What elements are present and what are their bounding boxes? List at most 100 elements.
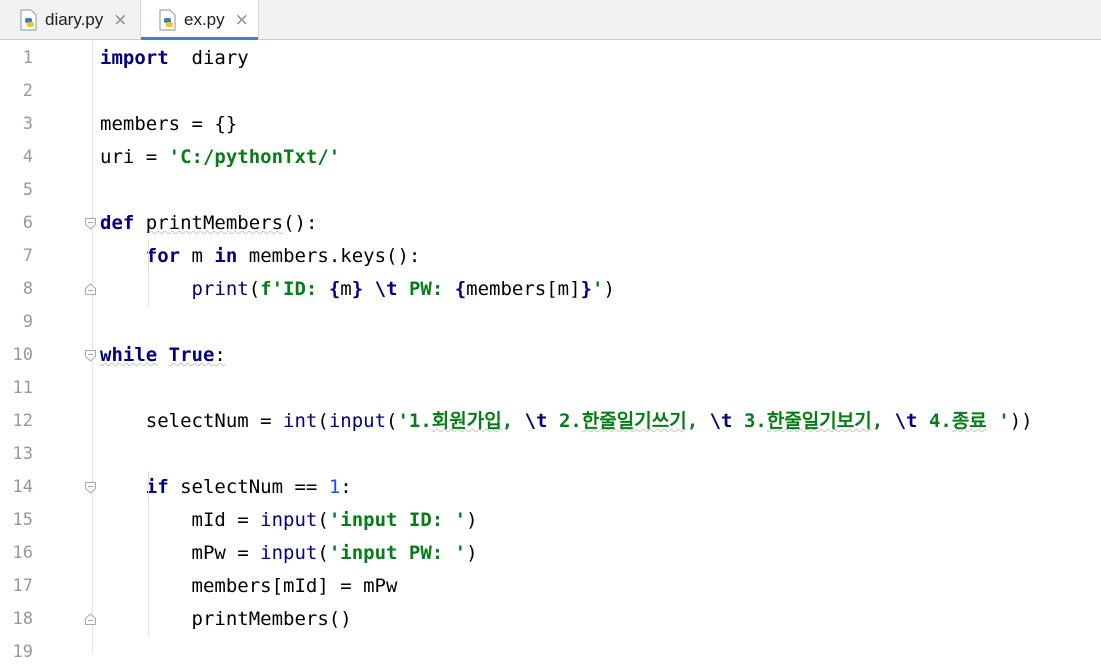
code-token: \t: [374, 278, 398, 300]
code-token: 3.: [732, 410, 767, 432]
code-text[interactable]: members = {}: [100, 108, 237, 141]
code-text[interactable]: print(f'ID: {m} \t PW: {members[m]}'): [100, 273, 615, 306]
code-line[interactable]: 6 def printMembers():: [0, 207, 1101, 240]
code-token: :: [214, 344, 226, 366]
code-line[interactable]: 14 if selectNum == 1:: [0, 471, 1101, 504]
line-number: 17: [12, 576, 33, 596]
code-text[interactable]: uri = 'C:/pythonTxt/': [100, 141, 340, 174]
code-token: m: [340, 278, 352, 300]
code-line[interactable]: 9: [0, 306, 1101, 339]
code-token: :: [340, 476, 352, 498]
code-token: def: [100, 212, 135, 234]
code-line[interactable]: 4 uri = 'C:/pythonTxt/': [0, 141, 1101, 174]
fold-collapse-icon[interactable]: [84, 481, 97, 494]
code-text[interactable]: mId = input('input ID: '): [100, 504, 478, 537]
fold-end-icon[interactable]: [84, 283, 97, 296]
tab-diary-py[interactable]: diary.py ×: [0, 0, 140, 39]
code-token: for: [145, 245, 181, 267]
code-token: ,: [686, 410, 710, 432]
code-line[interactable]: 5: [0, 174, 1101, 207]
fold-collapse-icon[interactable]: [84, 217, 97, 230]
code-token: {: [328, 278, 341, 300]
code-text[interactable]: import diary: [100, 42, 249, 75]
code-token: uri =: [100, 146, 169, 168]
code-line[interactable]: 11: [0, 372, 1101, 405]
code-token: selectNum ==: [168, 476, 329, 498]
code-line[interactable]: 13: [0, 438, 1101, 471]
line-number: 7: [22, 246, 33, 266]
code-text[interactable]: mPw = input('input PW: '): [100, 537, 478, 570]
code-text[interactable]: members[mId] = mPw: [100, 570, 398, 603]
line-number: 5: [22, 180, 33, 200]
code-line[interactable]: 15 mId = input('input ID: '): [0, 504, 1101, 537]
code-line[interactable]: 19: [0, 636, 1101, 669]
code-text[interactable]: selectNum = int(input('1.회원가입, \t 2.한줄일기…: [100, 405, 1033, 438]
line-number: 1: [22, 48, 33, 68]
code-text[interactable]: while True:: [100, 339, 226, 372]
code-token: 1: [328, 476, 341, 498]
code-editor[interactable]: 1 import diary 2 3 members = {} 4 uri = 'C:/py…: [0, 40, 1101, 662]
fold-collapse-icon[interactable]: [84, 349, 97, 362]
code-line[interactable]: 2: [0, 75, 1101, 108]
code-token: )): [1009, 410, 1033, 432]
line-number: 15: [12, 510, 33, 530]
line-number: 13: [12, 444, 33, 464]
close-icon[interactable]: ×: [235, 10, 249, 30]
code-text[interactable]: if selectNum == 1:: [100, 471, 352, 504]
code-token: 'input PW: ': [328, 542, 467, 564]
code-token: ): [466, 509, 478, 531]
code-token: {: [454, 278, 467, 300]
code-line[interactable]: 3 members = {}: [0, 108, 1101, 141]
python-file-icon: [158, 9, 178, 31]
code-token: mId =: [100, 509, 261, 531]
line-number: 14: [12, 477, 33, 497]
code-line[interactable]: 7 for m in members.keys():: [0, 240, 1101, 273]
tab-ex-py[interactable]: ex.py ×: [140, 0, 259, 40]
code-token: (: [248, 278, 261, 300]
code-line[interactable]: 10 while True:: [0, 339, 1101, 372]
line-number: 16: [12, 543, 33, 563]
code-token: 한줄일기보기: [766, 410, 872, 432]
code-token: mPw =: [100, 542, 261, 564]
editor-tab-bar: diary.py × ex.py ×: [0, 0, 1101, 40]
code-token: print: [191, 278, 249, 300]
line-number: 19: [12, 642, 33, 662]
code-token: True: [168, 344, 215, 366]
code-token: (: [317, 410, 329, 432]
code-token: 'input ID: ': [328, 509, 467, 531]
tab-label: ex.py: [184, 10, 225, 29]
fold-end-icon[interactable]: [84, 613, 97, 626]
code-token: while: [100, 344, 158, 366]
code-token: ': [592, 278, 604, 300]
code-line[interactable]: 16 mPw = input('input PW: '): [0, 537, 1101, 570]
code-token: ): [603, 278, 615, 300]
code-token: ': [986, 410, 1010, 432]
code-text[interactable]: def printMembers():: [100, 207, 317, 240]
code-token: 종료: [951, 410, 987, 432]
code-token: f'ID:: [260, 278, 329, 300]
code-text[interactable]: printMembers(): [100, 603, 352, 636]
code-line[interactable]: 1 import diary: [0, 42, 1101, 75]
line-number: 10: [12, 345, 33, 365]
code-token: input: [260, 542, 318, 564]
code-token: input: [260, 509, 318, 531]
close-icon[interactable]: ×: [113, 10, 127, 30]
line-number: 18: [12, 609, 33, 629]
code-line[interactable]: 18 printMembers(): [0, 603, 1101, 636]
code-token: diary: [168, 47, 249, 69]
code-token: }: [580, 278, 593, 300]
line-number: 8: [22, 279, 33, 299]
code-token: members[m]: [466, 278, 581, 300]
code-token: PW:: [397, 278, 455, 300]
code-line[interactable]: 8 print(f'ID: {m} \t PW: {members[m]}'): [0, 273, 1101, 306]
code-token: m: [180, 245, 215, 267]
python-file-icon: [19, 8, 39, 31]
code-line[interactable]: 17 members[mId] = mPw: [0, 570, 1101, 603]
line-number: 3: [22, 114, 33, 134]
code-token: ): [466, 542, 478, 564]
code-line[interactable]: 12 selectNum = int(input('1.회원가입, \t 2.한…: [0, 405, 1101, 438]
